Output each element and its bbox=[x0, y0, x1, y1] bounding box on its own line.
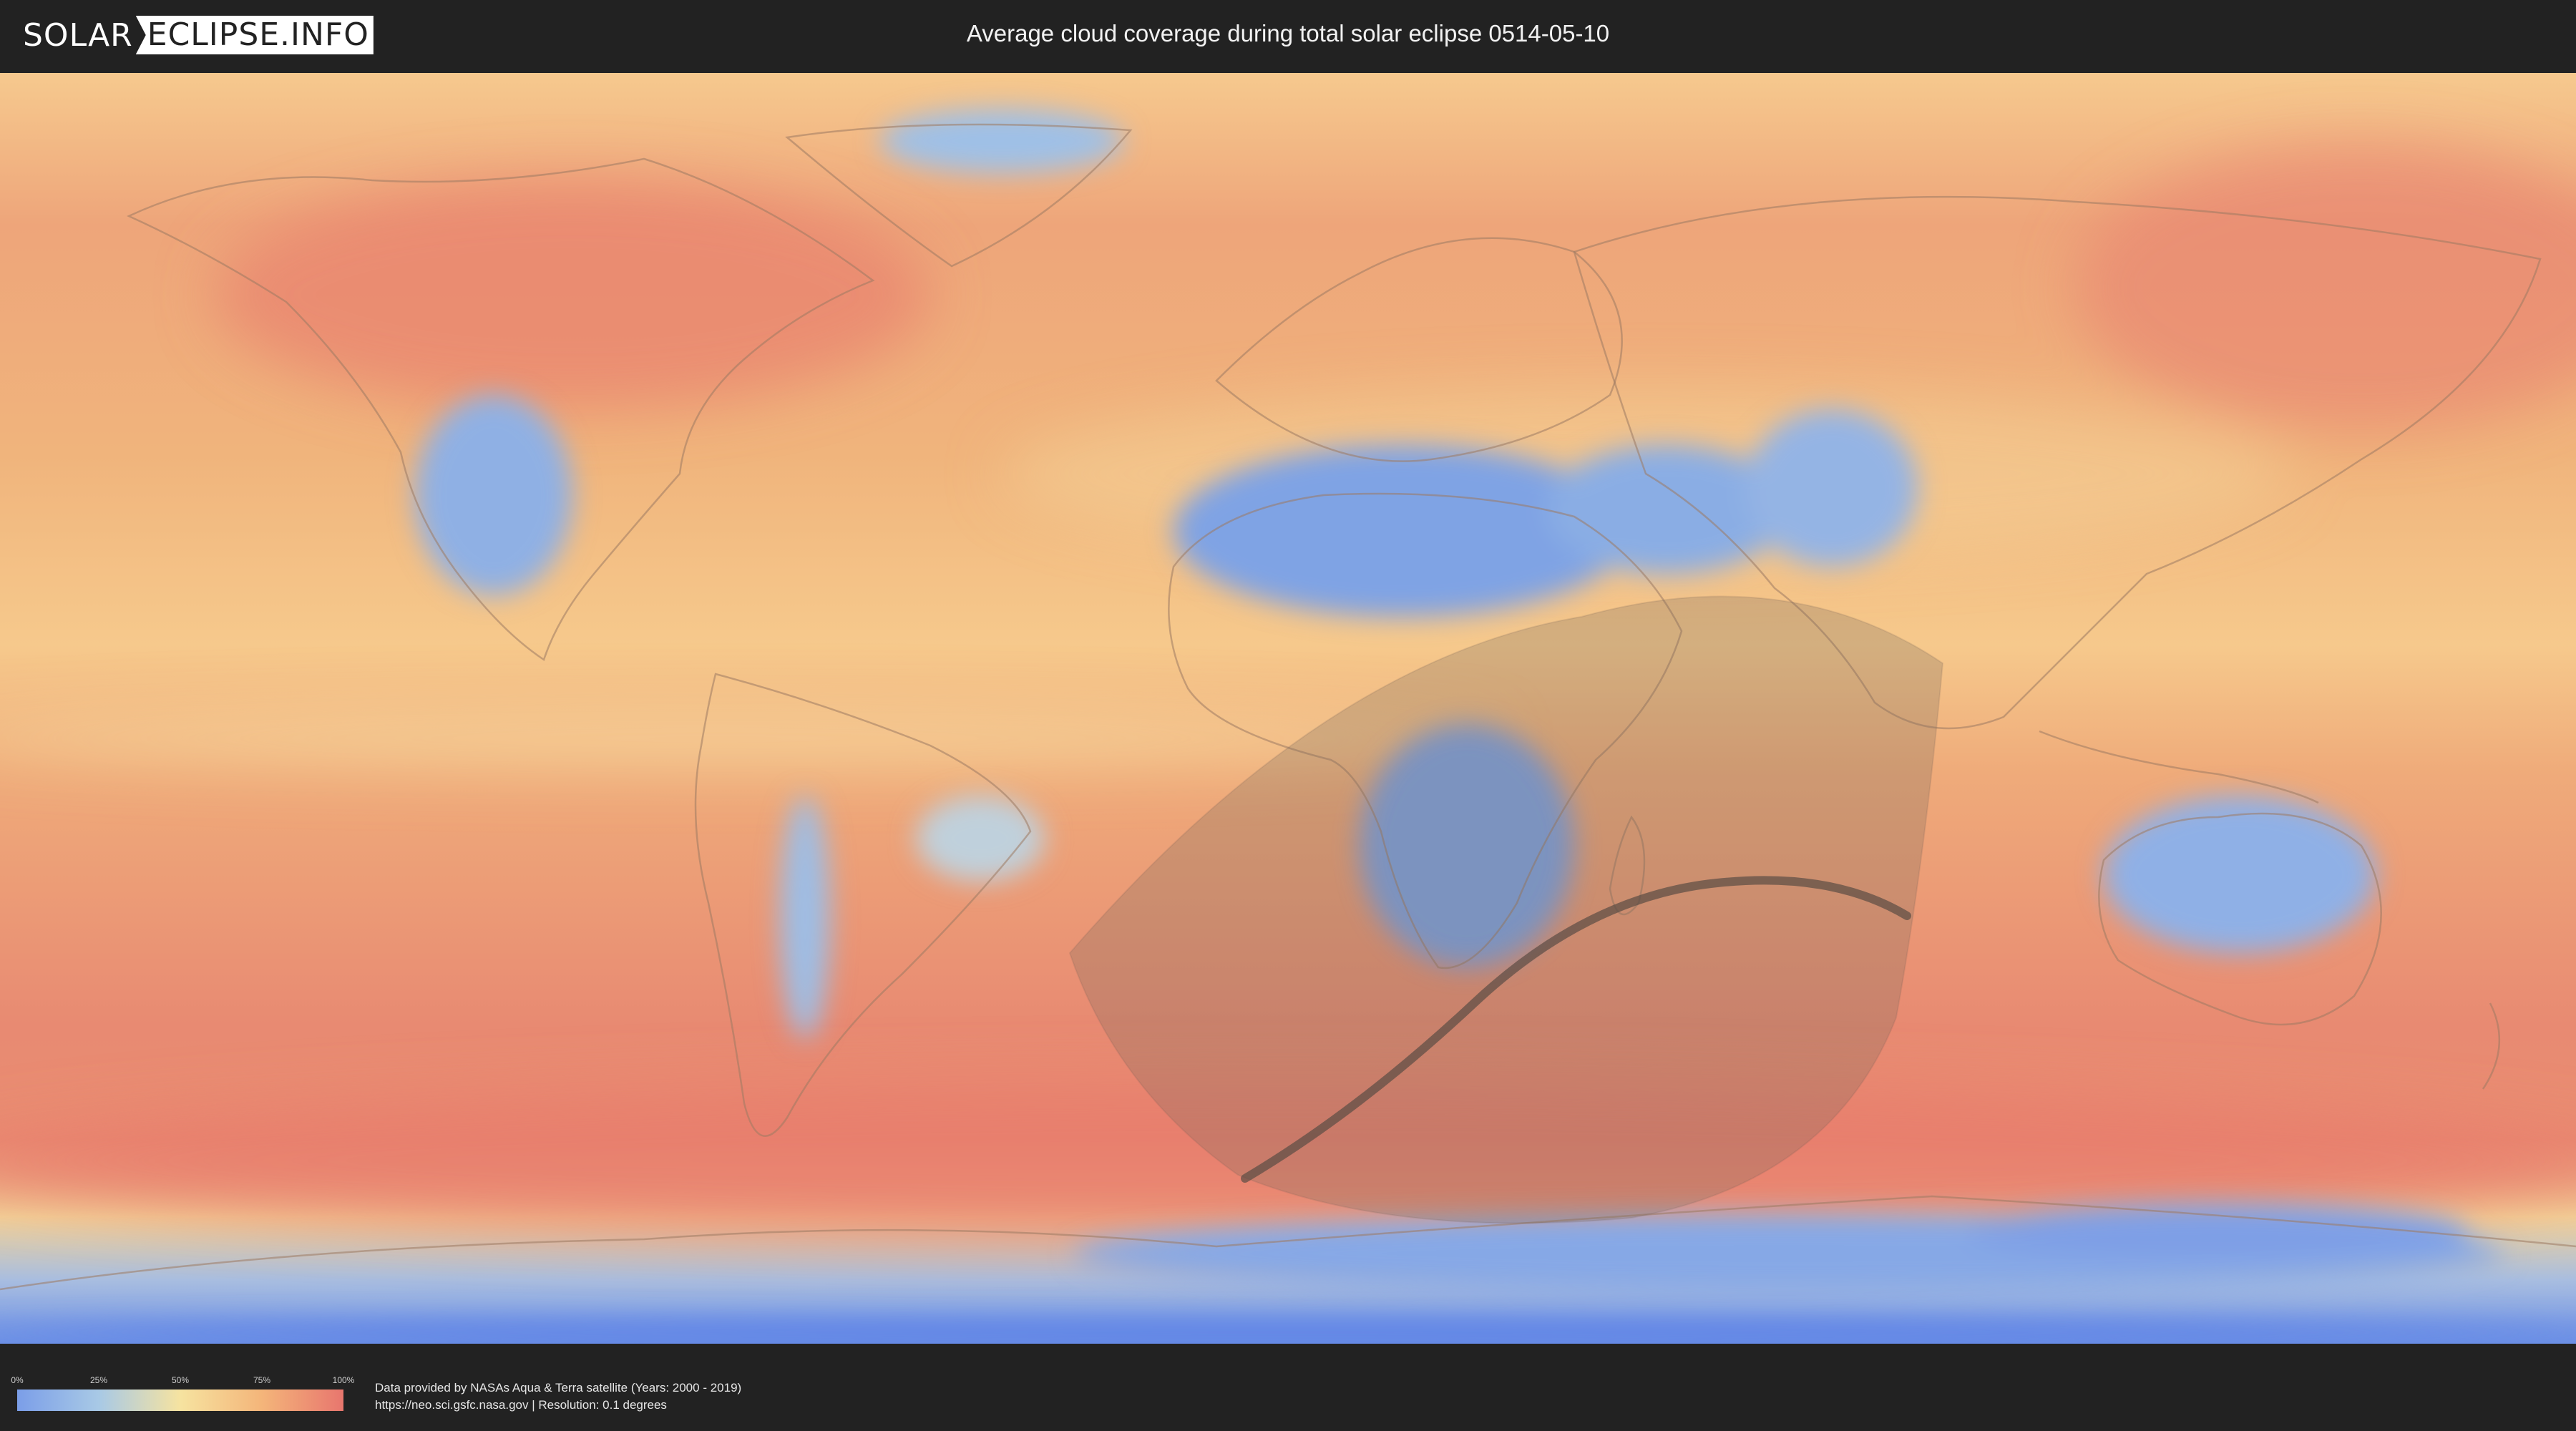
page-title: Average cloud coverage during total sola… bbox=[966, 20, 1610, 47]
legend-tick-0: 0% bbox=[11, 1375, 24, 1385]
data-credit: Data provided by NASAs Aqua & Terra sate… bbox=[375, 1379, 741, 1414]
credit-line-url: https://neo.sci.gsfc.nasa.gov | Resoluti… bbox=[375, 1398, 667, 1412]
cloud-coverage-map[interactable] bbox=[0, 73, 2576, 1344]
cloud-coverage-legend-bar bbox=[17, 1390, 343, 1411]
legend-tick-25: 25% bbox=[89, 1375, 108, 1385]
legend-tick-100: 100% bbox=[332, 1375, 355, 1385]
legend-tick-50: 50% bbox=[171, 1375, 190, 1385]
legend-tick-75: 75% bbox=[253, 1375, 271, 1385]
credit-line-source: Data provided by NASAs Aqua & Terra sate… bbox=[375, 1381, 742, 1395]
footer-bar: 0% 25% 50% 75% 100% Data provided by NAS… bbox=[0, 1359, 2576, 1431]
map-canvas bbox=[0, 73, 2576, 1344]
legend-tick-labels: 0% 25% 50% 75% 100% bbox=[11, 1375, 354, 1387]
header-bar: SOLAR ECLIPSE.INFO Average cloud coverag… bbox=[0, 0, 2576, 72]
